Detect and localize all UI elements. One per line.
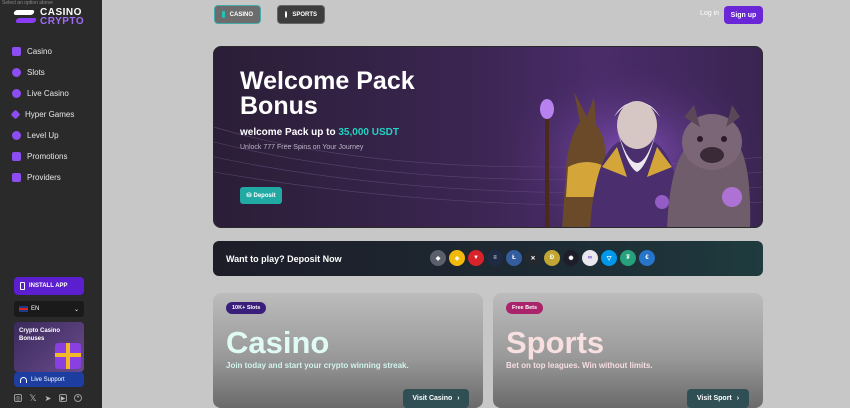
gift-icon bbox=[55, 343, 81, 369]
signup-button[interactable]: Sign up bbox=[724, 6, 763, 24]
sidebar-item-label: Providers bbox=[27, 173, 61, 182]
login-link[interactable]: Log in bbox=[700, 10, 719, 17]
ton-coin-icon[interactable]: ▽ bbox=[601, 250, 617, 266]
tab-casino-label: CASINO bbox=[229, 11, 253, 18]
live-support-button[interactable]: Live Support bbox=[14, 372, 84, 387]
providers-icon bbox=[12, 173, 21, 182]
instagram-icon[interactable]: ◎ bbox=[14, 394, 22, 402]
casino-badge: 10K+ Slots bbox=[226, 302, 267, 314]
coin-list: ◆ ◈ ▼ ≡ Ł ✕ Ð ✺ ∞ ▽ ₮ € bbox=[430, 250, 655, 266]
chevron-down-icon: ⌄ bbox=[73, 306, 79, 313]
install-app-label: INSTALL APP bbox=[29, 283, 68, 289]
pol-coin-icon[interactable]: ∞ bbox=[582, 250, 598, 266]
deposit-label: Deposit bbox=[253, 192, 276, 199]
doge-coin-icon[interactable]: Ð bbox=[544, 250, 560, 266]
visit-sport-button[interactable]: Visit Sport › bbox=[687, 389, 749, 408]
chevron-right-icon: › bbox=[457, 395, 460, 402]
hero-characters-illustration bbox=[502, 47, 762, 227]
logo-line2: CRYPTO bbox=[40, 16, 85, 27]
chevron-right-icon: › bbox=[736, 395, 740, 402]
hero-amount: 35,000 USDT bbox=[338, 127, 399, 138]
sidebar: Select an option above CASINO CRYPTO Cas… bbox=[0, 0, 102, 408]
sidebar-item-level-up[interactable]: Level Up bbox=[0, 125, 102, 146]
headset-icon bbox=[20, 376, 27, 383]
sports-card[interactable]: Free Bets Sports Bet on top leagues. Win… bbox=[493, 293, 763, 408]
sidebar-item-promotions[interactable]: Promotions bbox=[0, 146, 102, 167]
live-casino-icon bbox=[12, 89, 21, 98]
telegram-icon[interactable]: ➤ bbox=[44, 394, 52, 403]
install-app-button[interactable]: INSTALL APP bbox=[14, 277, 84, 295]
usdt-coin-icon[interactable]: ₮ bbox=[620, 250, 636, 266]
sidebar-item-slots[interactable]: Slots bbox=[0, 62, 102, 83]
sidebar-item-label: Hyper Games bbox=[25, 110, 75, 119]
sidebar-item-casino[interactable]: Casino bbox=[0, 41, 102, 62]
level-up-icon bbox=[12, 131, 21, 140]
casino-card-title: Casino bbox=[226, 325, 330, 360]
hero-description: Unlock 777 Free Spins on Your Journey bbox=[240, 144, 364, 151]
visit-sport-label: Visit Sport bbox=[696, 395, 732, 402]
sports-ball-icon bbox=[285, 11, 288, 18]
xrp-coin-icon[interactable]: ✕ bbox=[525, 250, 541, 266]
promo-card[interactable]: Crypto Casino Bonuses bbox=[14, 322, 84, 372]
casino-icon bbox=[12, 47, 21, 56]
phone-icon bbox=[20, 282, 25, 290]
coins-icon: ⛁ bbox=[246, 193, 252, 199]
sidebar-item-live-casino[interactable]: Live Casino bbox=[0, 83, 102, 104]
trx-coin-icon[interactable]: ▼ bbox=[468, 250, 484, 266]
sidebar-item-label: Promotions bbox=[27, 152, 68, 161]
sidebar-item-label: Slots bbox=[27, 68, 45, 77]
language-label: EN bbox=[31, 306, 40, 312]
social-links: ◎ 𝕏 ➤ ▶ • bbox=[14, 393, 82, 403]
hero-subtitle: welcome Pack up to 35,000 USDT bbox=[240, 127, 399, 138]
hero-deposit-button[interactable]: ⛁ Deposit bbox=[240, 187, 282, 204]
bnb-coin-icon[interactable]: ◈ bbox=[449, 250, 465, 266]
visit-casino-label: Visit Casino bbox=[412, 395, 453, 402]
promotions-icon bbox=[12, 152, 21, 161]
sidebar-item-label: Level Up bbox=[27, 131, 59, 140]
usdc-coin-icon[interactable]: € bbox=[639, 250, 655, 266]
logo[interactable]: CASINO CRYPTO bbox=[13, 8, 85, 27]
discord-icon[interactable]: • bbox=[74, 394, 82, 402]
sports-card-title: Sports bbox=[506, 325, 605, 360]
sidebar-item-providers[interactable]: Providers bbox=[0, 167, 102, 188]
slots-icon bbox=[12, 68, 21, 77]
sidebar-nav: Casino Slots Live Casino Hyper Games Lev… bbox=[0, 41, 102, 188]
uk-flag-icon bbox=[19, 306, 28, 312]
sidebar-item-hyper-games[interactable]: Hyper Games bbox=[0, 104, 102, 125]
sidebar-item-label: Live Casino bbox=[27, 89, 69, 98]
hero-banner[interactable]: Welcome Pack Bonus welcome Pack up to 35… bbox=[213, 46, 763, 228]
ltc-coin-icon[interactable]: Ł bbox=[506, 250, 522, 266]
hero-title: Welcome Pack Bonus bbox=[240, 67, 415, 120]
casino-card[interactable]: 10K+ Slots Casino Join today and start y… bbox=[213, 293, 483, 408]
youtube-icon[interactable]: ▶ bbox=[59, 394, 67, 402]
sports-badge: Free Bets bbox=[506, 302, 544, 314]
ada-coin-icon[interactable]: ✺ bbox=[563, 250, 579, 266]
eth-coin-icon[interactable]: ◆ bbox=[430, 250, 446, 266]
tab-sports[interactable]: SPORTS bbox=[277, 5, 325, 24]
tab-casino[interactable]: CASINO bbox=[214, 5, 261, 24]
top-note: Select an option above bbox=[2, 0, 53, 6]
promo-card-title: Crypto Casino Bonuses bbox=[19, 328, 61, 342]
x-icon[interactable]: 𝕏 bbox=[29, 393, 37, 403]
live-support-label: Live Support bbox=[31, 376, 65, 383]
deposit-strip[interactable]: Want to play? Deposit Now ◆ ◈ ▼ ≡ Ł ✕ Ð ✺ ∞ ▽ ₮ € bbox=[213, 241, 763, 276]
casino-tab-icon bbox=[222, 11, 225, 18]
language-select[interactable]: EN ⌄ bbox=[14, 301, 84, 317]
logo-mark-icon bbox=[13, 9, 37, 25]
sports-card-description: Bet on top leagues. Win without limits. bbox=[506, 361, 653, 370]
sidebar-item-label: Casino bbox=[27, 47, 52, 56]
sol-coin-icon[interactable]: ≡ bbox=[487, 250, 503, 266]
casino-card-description: Join today and start your crypto winning… bbox=[226, 361, 409, 370]
hyper-games-icon bbox=[10, 109, 21, 120]
deposit-strip-label: Want to play? Deposit Now bbox=[226, 253, 342, 264]
visit-casino-button[interactable]: Visit Casino › bbox=[403, 389, 469, 408]
tab-sports-label: SPORTS bbox=[292, 11, 317, 18]
